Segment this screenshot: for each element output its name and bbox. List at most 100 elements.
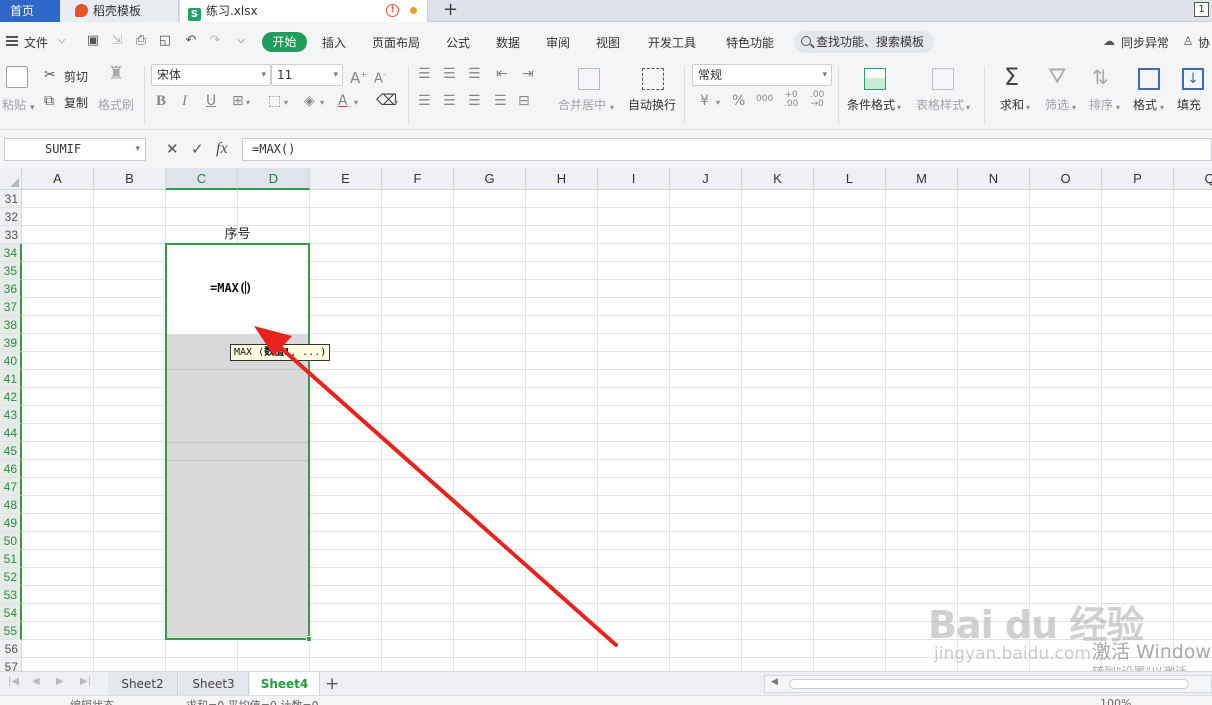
- format-button[interactable]: 格式: [1133, 96, 1157, 113]
- ribbon-tab-developer[interactable]: 开发工具: [648, 34, 696, 51]
- percent-format-button[interactable]: %: [732, 93, 745, 109]
- confirm-formula-button[interactable]: ✓: [191, 140, 204, 158]
- zoom-level[interactable]: 100%: [1100, 697, 1131, 705]
- insert-function-button[interactable]: fx: [216, 140, 228, 158]
- chevron-down-icon[interactable]: ▾: [966, 100, 970, 116]
- row-header-39[interactable]: 39: [0, 334, 22, 352]
- chevron-down-icon[interactable]: ▾: [246, 95, 250, 111]
- row-header-43[interactable]: 43: [0, 406, 22, 424]
- cell-header-serial[interactable]: 序号: [166, 226, 309, 244]
- chevron-down-icon[interactable]: ▾: [1072, 100, 1076, 116]
- bold-icon[interactable]: B: [156, 93, 166, 109]
- row-header-49[interactable]: 49: [0, 514, 22, 532]
- number-format-select[interactable]: 常规 ▾: [692, 64, 832, 86]
- chevron-down-icon[interactable]: ▾: [897, 100, 901, 116]
- tab-docer-templates[interactable]: 稻壳模板: [61, 0, 179, 22]
- row-header-52[interactable]: 52: [0, 568, 22, 586]
- row-header-55[interactable]: 55: [0, 622, 22, 640]
- ribbon-tab-data[interactable]: 数据: [496, 34, 520, 51]
- column-header-g[interactable]: G: [454, 168, 526, 190]
- window-counter-badge[interactable]: 1: [1194, 2, 1209, 17]
- italic-icon[interactable]: I: [182, 93, 187, 109]
- undo-icon[interactable]: ↶: [184, 34, 198, 48]
- row-header-42[interactable]: 42: [0, 388, 22, 406]
- merge-cells-icon[interactable]: [578, 68, 600, 90]
- chevron-down-icon[interactable]: ⌵: [58, 35, 66, 46]
- save-icon[interactable]: ▣: [86, 34, 100, 48]
- chevron-down-icon[interactable]: ▾: [1116, 100, 1120, 116]
- merge-center-button[interactable]: 合并居中: [558, 96, 606, 113]
- row-header-48[interactable]: 48: [0, 496, 22, 514]
- decrease-decimal-icon[interactable]: .00 →0: [810, 91, 824, 109]
- column-header-h[interactable]: H: [526, 168, 598, 190]
- hamburger-menu-icon[interactable]: [6, 36, 18, 46]
- chevron-down-icon[interactable]: ▾: [320, 95, 324, 111]
- next-sheet-icon[interactable]: ▶: [56, 676, 64, 687]
- collaborate-label[interactable]: 协: [1198, 34, 1210, 51]
- align-top-icon[interactable]: ☰: [418, 66, 431, 82]
- cell-editing-formula[interactable]: =MAX(): [210, 280, 252, 296]
- align-bottom-icon[interactable]: ☰: [468, 66, 481, 82]
- increase-indent-icon[interactable]: ⇥: [522, 66, 534, 82]
- row-header-46[interactable]: 46: [0, 460, 22, 478]
- row-header-53[interactable]: 53: [0, 586, 22, 604]
- warning-icon[interactable]: !: [386, 4, 399, 17]
- row-header-54[interactable]: 54: [0, 604, 22, 622]
- format-cells-icon[interactable]: [1138, 68, 1160, 90]
- align-right-icon[interactable]: ☰: [468, 93, 481, 109]
- column-header-p[interactable]: P: [1102, 168, 1174, 190]
- filter-icon[interactable]: ⛛: [1048, 64, 1066, 90]
- add-sheet-button[interactable]: +: [325, 673, 339, 695]
- row-header-38[interactable]: 38: [0, 316, 22, 334]
- chevron-down-icon[interactable]: ▾: [716, 95, 720, 111]
- column-header-d[interactable]: D: [238, 168, 310, 190]
- row-header-51[interactable]: 51: [0, 550, 22, 568]
- border-icon[interactable]: ⊞: [232, 93, 244, 109]
- format-painter-icon[interactable]: ♜: [108, 65, 124, 83]
- fill-handle[interactable]: [306, 636, 312, 642]
- ribbon-tab-review[interactable]: 审阅: [546, 34, 570, 51]
- increase-decimal-icon[interactable]: +0.00: [784, 91, 798, 109]
- filter-button[interactable]: 筛选: [1045, 96, 1069, 113]
- row-header-35[interactable]: 35: [0, 262, 22, 280]
- conditional-format-button[interactable]: 条件格式: [847, 96, 895, 113]
- row-header-45[interactable]: 45: [0, 442, 22, 460]
- new-tab-button[interactable]: +: [443, 0, 458, 20]
- align-middle-icon[interactable]: ☰: [443, 66, 456, 82]
- tab-home[interactable]: 首页: [0, 0, 60, 22]
- row-header-44[interactable]: 44: [0, 424, 22, 442]
- decrease-indent-icon[interactable]: ⇤: [496, 66, 508, 82]
- font-size-select[interactable]: 11 ▾: [271, 64, 343, 86]
- column-header-q[interactable]: Q: [1174, 168, 1212, 190]
- ribbon-tab-view[interactable]: 视图: [596, 34, 620, 51]
- ribbon-tab-insert[interactable]: 插入: [322, 34, 346, 51]
- cloud-sync-icon[interactable]: ☁: [1102, 34, 1116, 48]
- column-header-b[interactable]: B: [94, 168, 166, 190]
- column-header-a[interactable]: A: [22, 168, 94, 190]
- menu-file[interactable]: 文件: [24, 34, 48, 51]
- decrease-font-icon[interactable]: A-: [374, 67, 386, 87]
- cancel-formula-button[interactable]: ✕: [166, 140, 179, 158]
- thousands-separator-button[interactable]: 000: [756, 91, 773, 107]
- row-header-36[interactable]: 36: [0, 280, 22, 298]
- chevron-down-icon[interactable]: ▾: [354, 95, 358, 111]
- conditional-format-icon[interactable]: [864, 68, 886, 90]
- column-header-m[interactable]: M: [886, 168, 958, 190]
- underline-icon[interactable]: U: [206, 93, 216, 109]
- print-icon[interactable]: ⎙: [134, 34, 148, 48]
- row-header-37[interactable]: 37: [0, 298, 22, 316]
- column-header-k[interactable]: K: [742, 168, 814, 190]
- sheet-tab-sheet4[interactable]: Sheet4: [250, 672, 320, 696]
- ribbon-tab-start[interactable]: 开始: [262, 32, 307, 52]
- column-header-n[interactable]: N: [958, 168, 1030, 190]
- sheet-tab-sheet3[interactable]: Sheet3: [179, 672, 249, 696]
- scrollbar-thumb[interactable]: [789, 679, 1189, 689]
- column-header-l[interactable]: L: [814, 168, 886, 190]
- chevron-down-icon[interactable]: ▾: [1160, 100, 1164, 116]
- copy-button[interactable]: 复制: [64, 94, 88, 111]
- sort-button[interactable]: 排序: [1089, 96, 1113, 113]
- cell-style-icon[interactable]: ⬚: [268, 93, 281, 109]
- prev-sheet-icon[interactable]: ◀: [32, 676, 40, 687]
- paste-icon[interactable]: [6, 66, 28, 88]
- last-sheet-icon[interactable]: ▶|: [80, 676, 91, 687]
